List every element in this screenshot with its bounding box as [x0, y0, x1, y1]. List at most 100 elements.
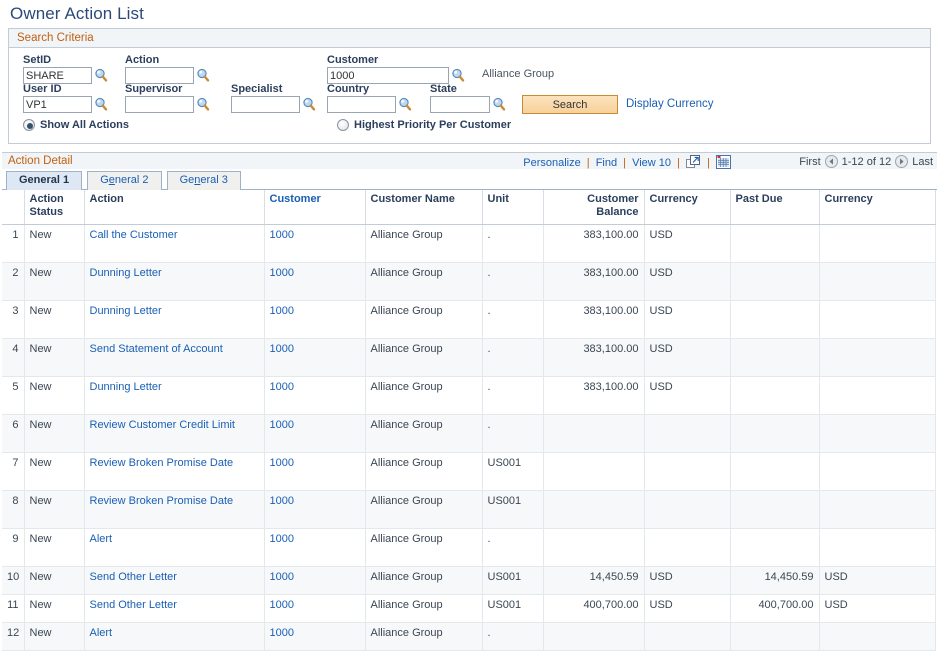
- cell-unit: US001: [482, 594, 543, 622]
- customer-lookup-icon[interactable]: [451, 68, 465, 83]
- country-field: Country: [327, 83, 412, 113]
- customer-link[interactable]: 1000: [270, 267, 294, 279]
- previous-page-icon[interactable]: [825, 155, 838, 168]
- find-link[interactable]: Find: [596, 157, 617, 169]
- country-lookup-icon[interactable]: [398, 97, 412, 112]
- tab-general-3[interactable]: General 3: [167, 171, 241, 190]
- cell-status: New: [24, 262, 84, 300]
- new-window-icon[interactable]: [686, 155, 701, 172]
- cell-status: New: [24, 452, 84, 490]
- customer-link[interactable]: 1000: [270, 305, 294, 317]
- cell-unit: US001: [482, 566, 543, 594]
- customer-link[interactable]: 1000: [270, 457, 294, 469]
- userid-field: User ID: [23, 83, 108, 113]
- userid-input[interactable]: [23, 96, 92, 113]
- cell-balance: [543, 452, 644, 490]
- cell-past-due: [730, 224, 819, 262]
- customer-name-value: Alliance Group: [482, 68, 554, 80]
- action-link[interactable]: Alert: [90, 627, 113, 639]
- personalize-link[interactable]: Personalize: [523, 157, 580, 169]
- specialist-input[interactable]: [231, 96, 300, 113]
- table-row: 4NewSend Statement of Account1000Allianc…: [2, 338, 935, 376]
- setid-input[interactable]: [23, 67, 92, 84]
- cell-action: Send Statement of Account: [84, 338, 264, 376]
- tab-general-1-label: General 1: [19, 174, 69, 186]
- customer-link[interactable]: 1000: [270, 533, 294, 545]
- cell-customer-name: Alliance Group: [365, 224, 482, 262]
- cell-past-due-currency: [819, 224, 935, 262]
- action-link[interactable]: Call the Customer: [90, 229, 178, 241]
- col-action: Action: [84, 190, 264, 224]
- customer-link[interactable]: 1000: [270, 495, 294, 507]
- state-lookup-icon[interactable]: [492, 97, 506, 112]
- setid-lookup-icon[interactable]: [94, 68, 108, 83]
- col-currency-past-due: Currency: [819, 190, 935, 224]
- action-link[interactable]: Review Broken Promise Date: [90, 495, 234, 507]
- download-grid-icon[interactable]: [716, 155, 731, 172]
- cell-past-due: [730, 622, 819, 650]
- radio-highest-priority[interactable]: Highest Priority Per Customer: [337, 119, 511, 131]
- col-row-number: [2, 190, 24, 224]
- supervisor-label: Supervisor: [125, 83, 210, 96]
- table-row: 11NewSend Other Letter1000Alliance Group…: [2, 594, 935, 622]
- radio-show-all-actions-dot: [23, 119, 35, 131]
- specialist-label: Specialist: [231, 83, 316, 96]
- cell-customer-name: Alliance Group: [365, 338, 482, 376]
- first-page-link[interactable]: First: [799, 156, 820, 168]
- col-past-due: Past Due: [730, 190, 819, 224]
- col-customer[interactable]: Customer: [264, 190, 365, 224]
- action-link[interactable]: Dunning Letter: [90, 267, 162, 279]
- cell-balance-currency: [644, 490, 730, 528]
- cell-action: Send Other Letter: [84, 594, 264, 622]
- action-input[interactable]: [125, 67, 194, 84]
- cell-row-number: 10: [2, 566, 24, 594]
- table-row: 8NewReview Broken Promise Date1000Allian…: [2, 490, 935, 528]
- cell-action: Dunning Letter: [84, 300, 264, 338]
- action-link[interactable]: Alert: [90, 533, 113, 545]
- state-input[interactable]: [430, 96, 490, 113]
- tab-general-3-label-rest: eral 3: [200, 174, 228, 186]
- tab-general-1[interactable]: General 1: [6, 171, 82, 190]
- customer-link[interactable]: 1000: [270, 419, 294, 431]
- cell-customer: 1000: [264, 566, 365, 594]
- cell-past-due-currency: [819, 300, 935, 338]
- userid-lookup-icon[interactable]: [94, 97, 108, 112]
- action-link[interactable]: Dunning Letter: [90, 305, 162, 317]
- cell-past-due: 400,700.00: [730, 594, 819, 622]
- cell-status: New: [24, 594, 84, 622]
- view-10-link[interactable]: View 10: [632, 157, 671, 169]
- table-row: 2NewDunning Letter1000Alliance Group.383…: [2, 262, 935, 300]
- cell-customer-name: Alliance Group: [365, 594, 482, 622]
- grid-pagination: First 1-12 of 12 Last: [799, 155, 933, 168]
- supervisor-lookup-icon[interactable]: [196, 97, 210, 112]
- customer-link[interactable]: 1000: [270, 571, 294, 583]
- tab-general-2[interactable]: General 2: [87, 171, 161, 190]
- search-button[interactable]: Search: [522, 95, 618, 114]
- customer-link[interactable]: 1000: [270, 229, 294, 241]
- customer-link[interactable]: 1000: [270, 599, 294, 611]
- country-input[interactable]: [327, 96, 396, 113]
- action-link[interactable]: Review Customer Credit Limit: [90, 419, 235, 431]
- customer-link[interactable]: 1000: [270, 343, 294, 355]
- specialist-lookup-icon[interactable]: [302, 97, 316, 112]
- action-link[interactable]: Send Statement of Account: [90, 343, 223, 355]
- customer-link[interactable]: 1000: [270, 627, 294, 639]
- next-page-icon[interactable]: [895, 155, 908, 168]
- cell-past-due-currency: [819, 528, 935, 566]
- action-link[interactable]: Dunning Letter: [90, 381, 162, 393]
- last-page-link[interactable]: Last: [912, 156, 933, 168]
- cell-row-number: 8: [2, 490, 24, 528]
- display-currency-link[interactable]: Display Currency: [626, 98, 714, 110]
- action-link[interactable]: Send Other Letter: [90, 571, 177, 583]
- cell-customer: 1000: [264, 414, 365, 452]
- cell-customer-name: Alliance Group: [365, 262, 482, 300]
- radio-show-all-actions[interactable]: Show All Actions: [23, 119, 129, 131]
- action-lookup-icon[interactable]: [196, 68, 210, 83]
- cell-unit: .: [482, 262, 543, 300]
- customer-link[interactable]: 1000: [270, 381, 294, 393]
- action-link[interactable]: Review Broken Promise Date: [90, 457, 234, 469]
- page-title: Owner Action List: [0, 0, 939, 28]
- customer-input[interactable]: [327, 67, 449, 84]
- action-link[interactable]: Send Other Letter: [90, 599, 177, 611]
- supervisor-input[interactable]: [125, 96, 194, 113]
